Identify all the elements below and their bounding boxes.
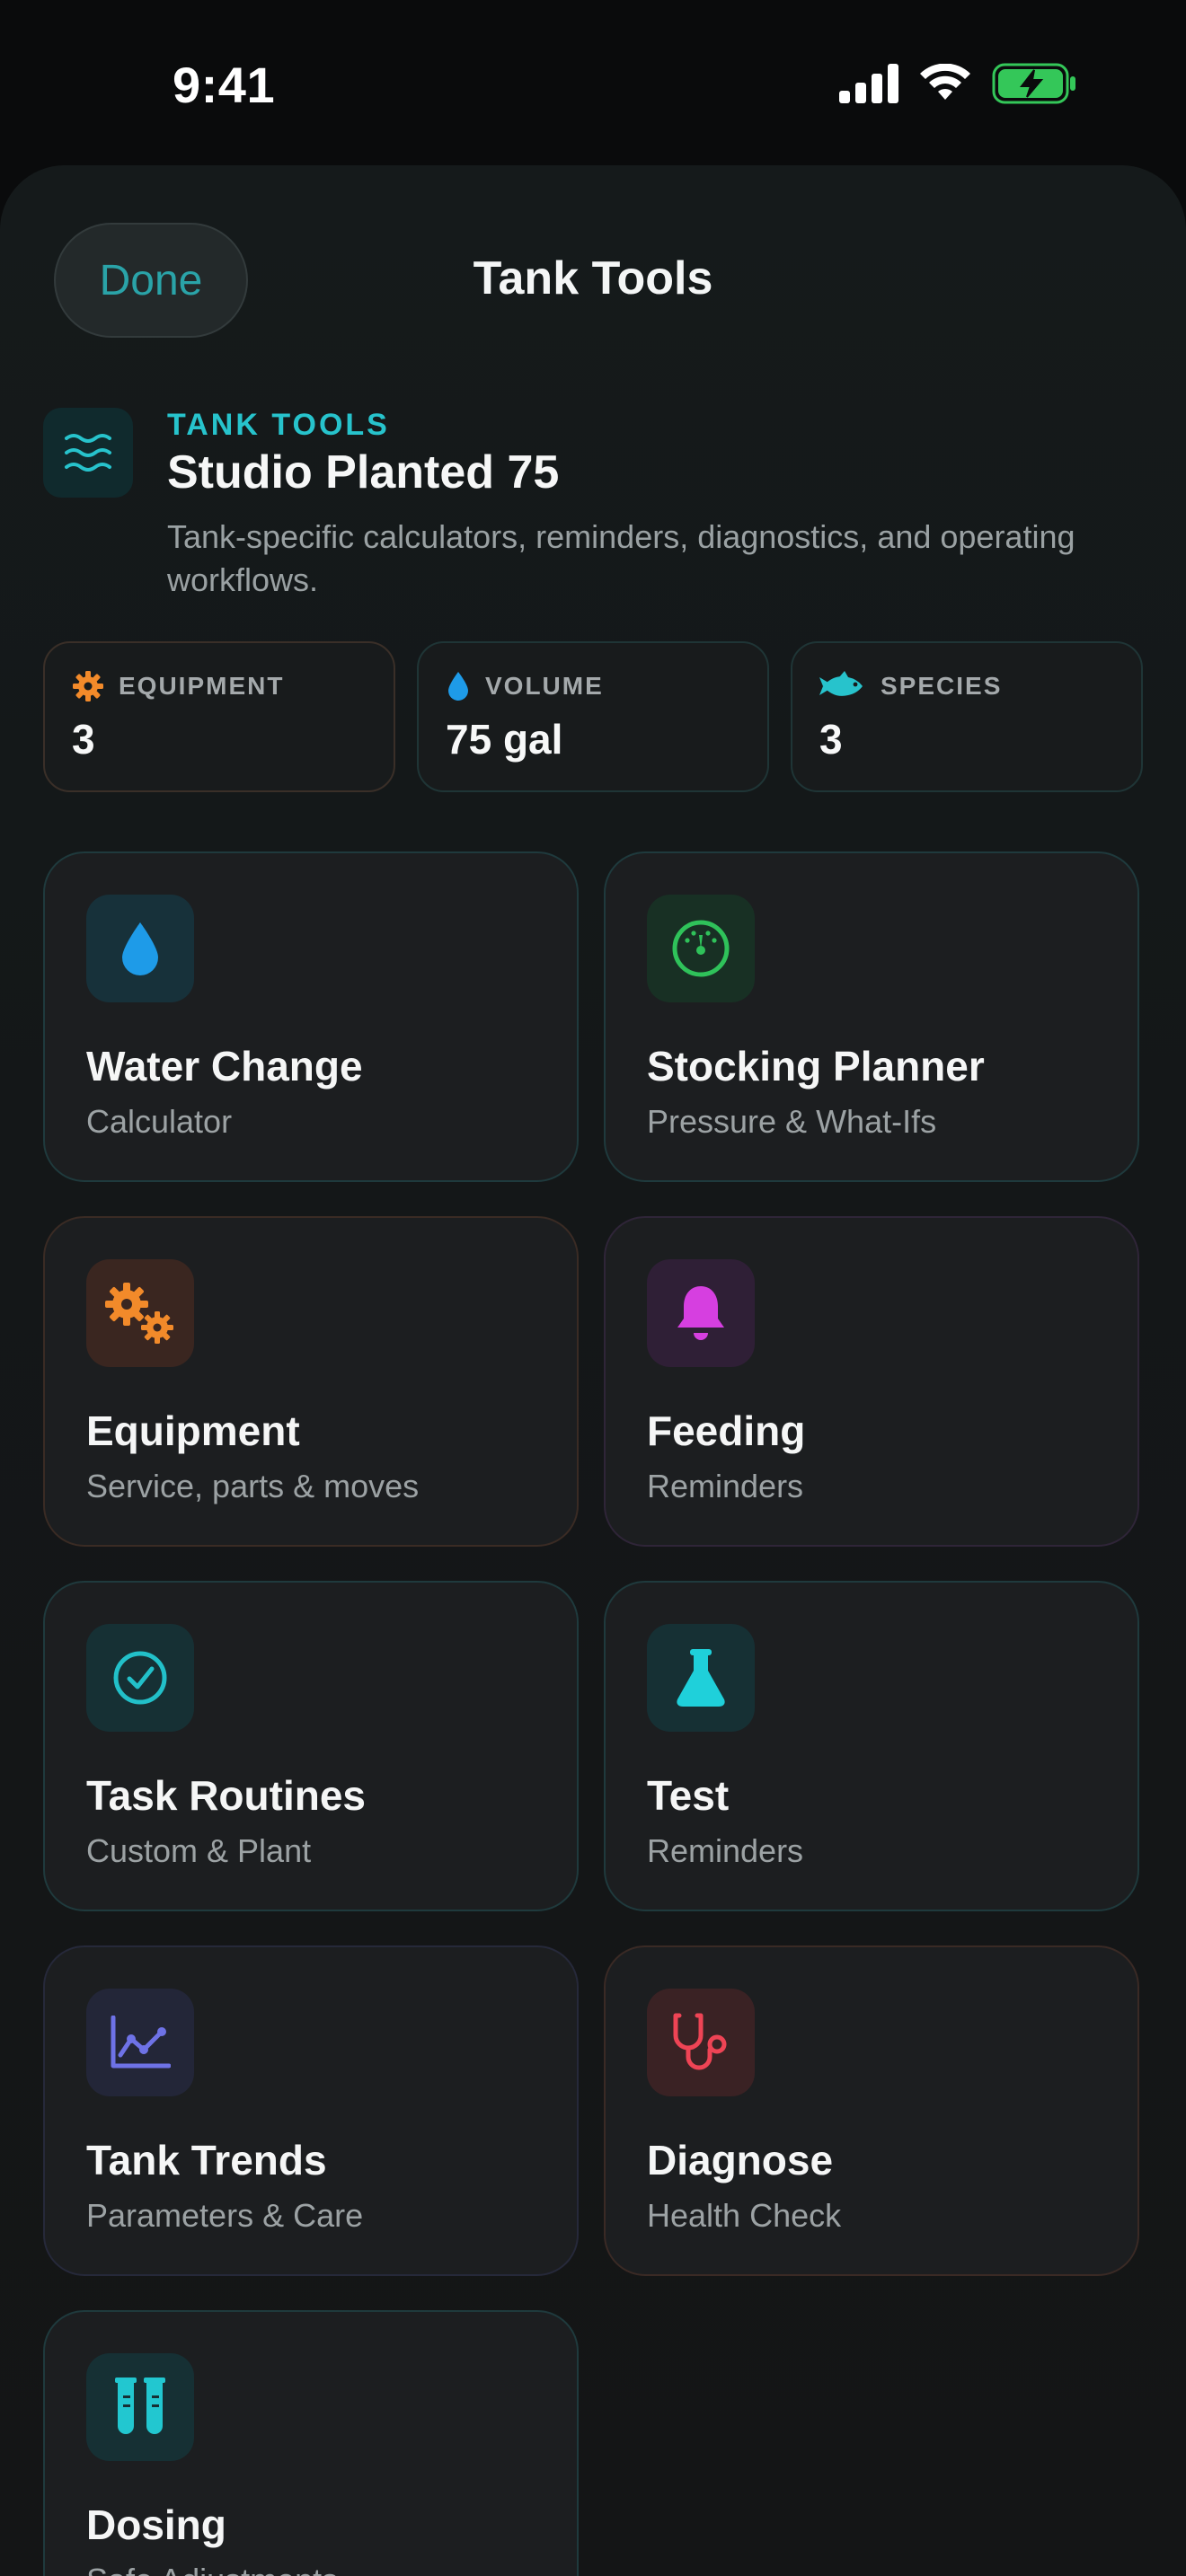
tool-title: Water Change [86,1043,363,1090]
stat-value: 75 gal [446,716,563,763]
tool-card-test[interactable]: Test Reminders [604,1581,1139,1911]
tool-card-task-routines[interactable]: Task Routines Custom & Plant [43,1581,579,1911]
stat-label: EQUIPMENT [119,672,285,700]
bell-icon [647,1259,755,1367]
tool-subtitle: Service, parts & moves [86,1468,420,1504]
stat-species: SPECIES 3 [791,641,1143,792]
nav-title: Tank Tools [473,252,713,304]
test-tubes-icon [86,2353,194,2461]
tool-subtitle: Pressure & What-Ifs [647,1103,937,1140]
tool-title: Diagnose [647,2137,834,2183]
tool-card-feeding[interactable]: Feeding Reminders [604,1216,1139,1547]
tank-name: Studio Planted 75 [167,446,560,498]
tank-tools-sheet: Done Tank Tools TANK TOOLS Studio Plante… [0,165,1186,2576]
nav-bar: Done Tank Tools [0,165,1186,338]
tool-subtitle: Reminders [647,1468,804,1504]
stat-label: VOLUME [485,672,604,700]
tool-title: Feeding [647,1407,806,1454]
fish-icon [819,671,863,696]
battery-charging-icon [992,63,1075,104]
tool-card-equipment[interactable]: Equipment Service, parts & moves [43,1216,579,1547]
header-eyebrow: TANK TOOLS [167,408,390,442]
tool-subtitle: Parameters & Care [86,2197,364,2234]
stat-volume: VOLUME 75 gal [417,641,769,792]
tool-subtitle: Custom & Plant [86,1832,312,1869]
stat-value: 3 [72,716,95,763]
gear-icon [73,671,103,701]
checkmark-circle-icon [86,1624,194,1732]
tool-card-stocking-planner[interactable]: Stocking Planner Pressure & What-Ifs [604,851,1139,1182]
gauge-icon [647,895,755,1002]
stethoscope-icon [647,1989,755,2096]
tool-card-dosing[interactable]: Dosing Safe Adjustments [43,2310,579,2576]
tool-title: Task Routines [86,1772,366,1819]
status-bar: 9:41 [0,0,1186,171]
line-chart-icon [86,1989,194,2096]
stats-row: EQUIPMENT 3 VOLUME 75 gal SPECIES 3 [43,641,1143,794]
tool-title: Dosing [86,2501,226,2548]
tool-subtitle: Safe Adjustments [86,2562,338,2576]
gears-icon [86,1259,194,1367]
tank-description: Tank-specific calculators, reminders, di… [167,518,1075,598]
tool-card-diagnose[interactable]: Diagnose Health Check [604,1945,1139,2276]
stat-value: 3 [819,716,843,763]
tool-title: Test [647,1772,730,1819]
tool-card-tank-trends[interactable]: Tank Trends Parameters & Care [43,1945,579,2276]
water-waves-icon [43,408,133,498]
water-drop-icon [86,895,194,1002]
status-icons [839,63,1078,104]
wifi-icon [920,64,970,100]
cellular-signal-icon [839,64,898,103]
tool-title: Stocking Planner [647,1043,985,1090]
tool-title: Equipment [86,1407,300,1454]
status-time: 9:41 [173,57,276,113]
tool-subtitle: Reminders [647,1832,804,1869]
stat-label: SPECIES [881,672,1003,700]
tool-title: Tank Trends [86,2137,327,2183]
flask-icon [647,1624,755,1732]
stat-equipment: EQUIPMENT 3 [43,641,395,792]
tool-subtitle: Calculator [86,1103,233,1140]
tool-card-water-change[interactable]: Water Change Calculator [43,851,579,1182]
water-drop-icon [448,672,468,701]
tool-subtitle: Health Check [647,2197,842,2234]
